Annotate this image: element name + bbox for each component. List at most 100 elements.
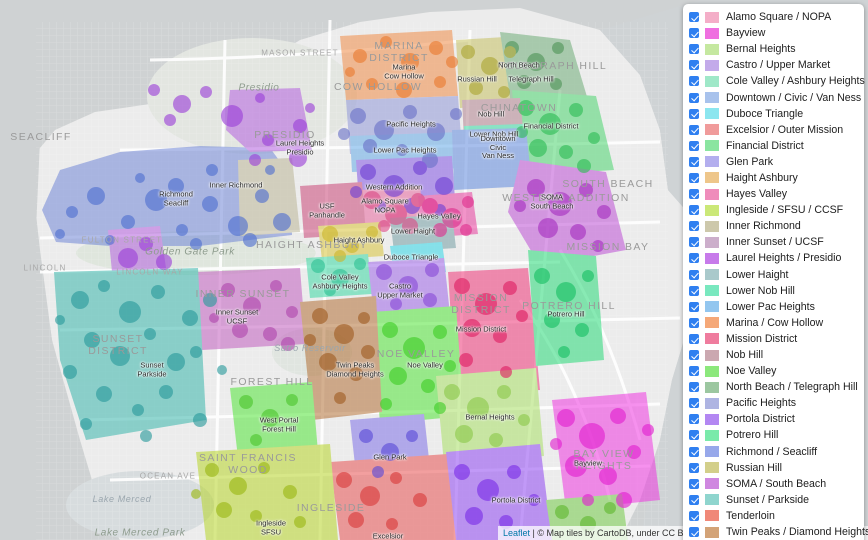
legend-row[interactable]: Laurel Heights / Presidio (689, 250, 860, 266)
legend-checkbox[interactable] (689, 269, 699, 280)
legend-row[interactable]: Lower Haight (689, 267, 860, 283)
legend-color-swatch (705, 140, 719, 152)
legend-color-swatch (705, 333, 719, 345)
legend-item-label: Inner Sunset / UCSF (726, 236, 824, 249)
legend-row[interactable]: Excelsior / Outer Mission (689, 122, 860, 138)
legend-color-swatch (705, 108, 719, 120)
legend-checkbox[interactable] (689, 350, 699, 361)
legend-row[interactable]: Marina / Cow Hollow (689, 315, 860, 331)
legend-item-label: Twin Peaks / Diamond Heights (726, 526, 868, 539)
legend-checkbox[interactable] (689, 382, 699, 393)
legend-item-label: Pacific Heights (726, 397, 797, 410)
legend-item-label: Financial District (726, 139, 804, 152)
legend-checkbox[interactable] (689, 462, 699, 473)
legend-row[interactable]: Pacific Heights (689, 395, 860, 411)
legend-row[interactable]: Potrero Hill (689, 427, 860, 443)
legend-row[interactable]: Richmond / Seacliff (689, 444, 860, 460)
legend-item-label: Haight Ashbury (726, 171, 798, 184)
legend-row[interactable]: Inner Richmond (689, 218, 860, 234)
legend-checkbox[interactable] (689, 398, 699, 409)
legend-color-swatch (705, 494, 719, 506)
legend-checkbox[interactable] (689, 28, 699, 39)
legend-checkbox[interactable] (689, 124, 699, 135)
legend-checkbox[interactable] (689, 156, 699, 167)
legend-color-swatch (705, 446, 719, 458)
legend-checkbox[interactable] (689, 237, 699, 248)
legend-color-swatch (705, 188, 719, 200)
legend-row[interactable]: Ingleside / SFSU / CCSF (689, 202, 860, 218)
legend-row[interactable]: Tenderloin (689, 508, 860, 524)
legend-row[interactable]: Duboce Triangle (689, 106, 860, 122)
legend-row[interactable]: SOMA / South Beach (689, 476, 860, 492)
legend-item-label: Russian Hill (726, 461, 782, 474)
legend-checkbox[interactable] (689, 333, 699, 344)
legend-item-label: North Beach / Telegraph Hill (726, 381, 858, 394)
legend-checkbox[interactable] (689, 301, 699, 312)
legend-row[interactable]: Downtown / Civic / Van Ness (689, 89, 861, 105)
legend-color-swatch (705, 397, 719, 409)
legend-row[interactable]: Twin Peaks / Diamond Heights (689, 524, 868, 540)
map-application: MASON STREET Presidio PRESIDIO MARINA DISTR… (0, 0, 868, 540)
legend-item-label: Alamo Square / NOPA (726, 11, 832, 24)
legend-checkbox[interactable] (689, 92, 699, 103)
legend-checkbox[interactable] (689, 366, 699, 377)
legend-checkbox[interactable] (689, 285, 699, 296)
legend-item-label: Lower Nob Hill (726, 284, 795, 297)
legend-color-swatch (705, 269, 719, 281)
legend-row[interactable]: Bayview (689, 25, 860, 41)
legend-item-label: Noe Valley (726, 365, 777, 378)
legend-color-swatch (705, 75, 719, 87)
legend-row[interactable]: Alamo Square / NOPA (689, 9, 860, 25)
legend-row[interactable]: Bernal Heights (689, 41, 860, 57)
legend-row[interactable]: Haight Ashbury (689, 170, 860, 186)
legend-item-label: Richmond / Seacliff (726, 445, 818, 458)
legend-checkbox[interactable] (689, 189, 699, 200)
legend-checkbox[interactable] (689, 414, 699, 425)
legend-item-label: Laurel Heights / Presidio (726, 252, 842, 265)
legend-row[interactable]: Inner Sunset / UCSF (689, 234, 860, 250)
legend-color-swatch (705, 11, 719, 23)
legend-row[interactable]: Financial District (689, 138, 860, 154)
legend-color-swatch (705, 27, 719, 39)
legend-row[interactable]: Glen Park (689, 154, 860, 170)
legend-row[interactable]: Noe Valley (689, 363, 860, 379)
legend-row[interactable]: Castro / Upper Market (689, 57, 860, 73)
legend-checkbox[interactable] (689, 12, 699, 23)
legend-item-label: Mission District (726, 332, 798, 345)
legend-checkbox[interactable] (689, 172, 699, 183)
legend-row[interactable]: North Beach / Telegraph Hill (689, 379, 860, 395)
legend-color-swatch (705, 124, 719, 136)
legend-checkbox[interactable] (689, 60, 699, 71)
legend-color-swatch (705, 462, 719, 474)
legend-row[interactable]: Nob Hill (689, 347, 860, 363)
legend-row[interactable]: Lower Nob Hill (689, 283, 860, 299)
legend-checkbox[interactable] (689, 494, 699, 505)
legend-checkbox[interactable] (689, 108, 699, 119)
legend-checkbox[interactable] (689, 221, 699, 232)
legend-row[interactable]: Mission District (689, 331, 860, 347)
legend-row[interactable]: Hayes Valley (689, 186, 860, 202)
legend-color-swatch (705, 204, 719, 216)
legend-row[interactable]: Russian Hill (689, 460, 860, 476)
legend-checkbox[interactable] (689, 205, 699, 216)
legend-checkbox[interactable] (689, 140, 699, 151)
legend-checkbox[interactable] (689, 478, 699, 489)
legend-item-label: Marina / Cow Hollow (726, 316, 824, 329)
legend-checkbox[interactable] (689, 510, 699, 521)
legend-checkbox[interactable] (689, 76, 699, 87)
legend-row[interactable]: Lower Pac Heights (689, 299, 860, 315)
legend-checkbox[interactable] (689, 44, 699, 55)
legend-row[interactable]: Portola District (689, 411, 860, 427)
leaflet-link[interactable]: Leaflet (503, 528, 530, 538)
legend-row[interactable]: Sunset / Parkside (689, 492, 860, 508)
legend-color-swatch (705, 59, 719, 71)
legend-checkbox[interactable] (689, 253, 699, 264)
legend-color-swatch (705, 301, 719, 313)
legend-item-label: Castro / Upper Market (726, 59, 831, 72)
legend-panel[interactable]: Alamo Square / NOPA Bayview Bernal Heights… (683, 4, 868, 540)
legend-checkbox[interactable] (689, 527, 699, 538)
legend-row[interactable]: Cole Valley / Ashbury Heights (689, 73, 865, 89)
legend-checkbox[interactable] (689, 430, 699, 441)
legend-checkbox[interactable] (689, 446, 699, 457)
legend-checkbox[interactable] (689, 317, 699, 328)
